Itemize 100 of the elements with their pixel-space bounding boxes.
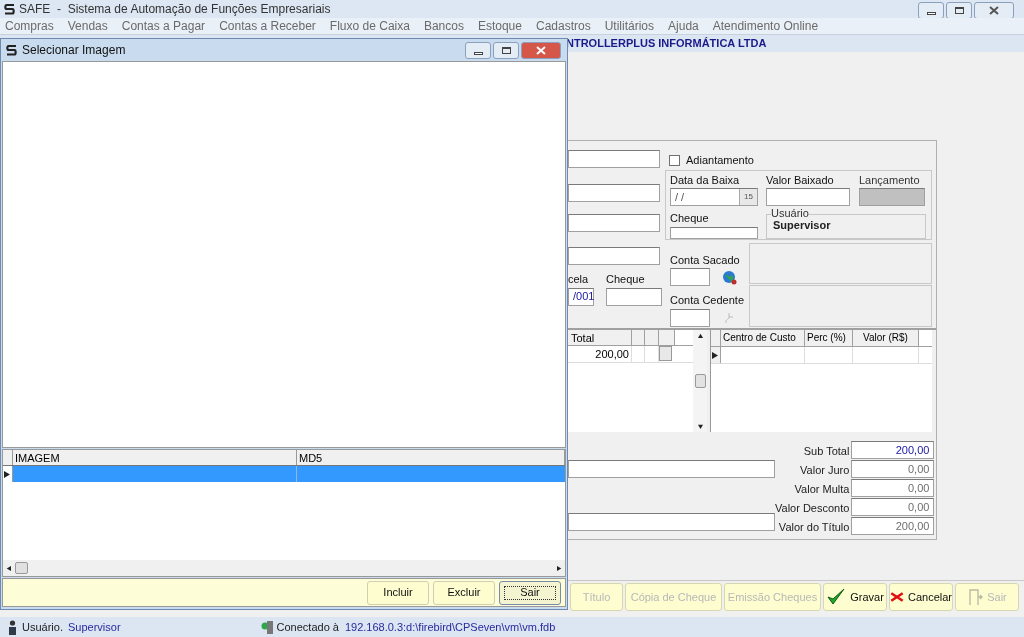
field-label: Valor Multa <box>794 481 850 497</box>
input-field[interactable]: 0,00 <box>851 460 935 478</box>
server-icon <box>260 620 273 634</box>
calendar-button[interactable]: 15 <box>739 189 757 205</box>
field-value: 200,00 <box>895 442 930 458</box>
field-value: 0,00 <box>907 499 930 515</box>
column-header: Perc (%) <box>805 330 853 346</box>
checkmark-icon <box>826 587 847 607</box>
globe-search-icon[interactable] <box>722 269 737 285</box>
date-field[interactable]: / / 15 <box>670 188 758 206</box>
input-field[interactable] <box>766 188 850 206</box>
input-field[interactable] <box>568 184 660 202</box>
row-button[interactable] <box>659 346 672 361</box>
scroll-up-icon <box>697 333 703 338</box>
horizontal-scrollbar[interactable] <box>3 560 565 576</box>
toolbar-button[interactable]: Cancelar <box>889 583 953 611</box>
menu-item[interactable]: Fluxo de Caixa <box>329 17 410 35</box>
input-field[interactable] <box>568 513 775 531</box>
minimize-icon <box>473 51 483 55</box>
field-label: cela <box>568 272 590 287</box>
menu-item[interactable]: Cadastros <box>536 17 591 35</box>
field-value: / / <box>675 189 685 205</box>
dialog-logo-icon <box>5 43 18 57</box>
menu-item[interactable]: Ajuda <box>668 17 699 35</box>
input-field[interactable] <box>670 226 758 239</box>
field-label: Cheque <box>606 272 646 287</box>
scrollbar-thumb[interactable] <box>694 374 706 388</box>
close-icon <box>536 45 546 55</box>
column-header: Centro de Custo <box>721 330 805 346</box>
minimize-icon <box>926 12 936 15</box>
field-value: 200,00 <box>895 518 930 534</box>
input-field[interactable] <box>606 287 662 306</box>
field-label: Data da Baixa <box>670 172 741 188</box>
input-field[interactable]: 0,00 <box>851 479 935 497</box>
input-field[interactable] <box>670 308 710 327</box>
door-icon <box>967 588 984 606</box>
dialog-title: Selecionar Imagem <box>22 42 126 59</box>
field-label: Conta Cedente <box>670 293 745 308</box>
field-label: Sub Total <box>803 443 850 459</box>
input-field[interactable] <box>568 214 660 232</box>
user-icon <box>8 619 17 635</box>
field-label: Valor Juro <box>800 462 850 478</box>
menu-item[interactable]: Compras <box>5 17 54 35</box>
dialog-button[interactable]: Incluir <box>367 580 429 605</box>
toolbar-button[interactable]: Gravar <box>823 583 887 611</box>
menu-item[interactable]: Utilitários <box>604 17 655 35</box>
field-label: Lançamento <box>859 172 921 188</box>
connection-path: 192.168.0.3:d:\firebird\CPSeven\vm\vm.fdb <box>344 619 556 635</box>
close-button[interactable] <box>521 41 561 59</box>
menu-item[interactable]: Vendas <box>67 17 108 35</box>
maximize-icon <box>501 46 511 54</box>
status-label: Conectado à <box>276 619 339 635</box>
field-label: Conta Sacado <box>670 252 741 268</box>
scrollbar-thumb[interactable] <box>15 562 28 574</box>
field-value: 0,00 <box>907 461 930 477</box>
status-label: Usuário. <box>22 619 63 635</box>
menu-item[interactable]: Contas a Receber <box>219 17 316 35</box>
checkbox[interactable] <box>669 154 680 166</box>
close-icon <box>989 6 999 15</box>
menu-item[interactable]: Atendimento Online <box>712 17 819 35</box>
input-field[interactable]: 200,00 <box>851 441 935 459</box>
menu-item[interactable]: Bancos <box>423 17 464 35</box>
group-label: Usuário <box>771 208 809 219</box>
maximize-button[interactable] <box>493 41 519 59</box>
input-field[interactable] <box>568 247 660 265</box>
menu-item[interactable]: Estoque <box>477 17 522 35</box>
field-label: Cheque <box>670 211 710 226</box>
minimize-button[interactable] <box>465 41 491 59</box>
company-name: NTROLLERPLUS INFORMÁTICA LTDA <box>566 36 767 52</box>
input-field[interactable] <box>568 460 775 478</box>
scroll-left-icon <box>6 565 11 571</box>
maximize-icon <box>954 7 964 14</box>
field-label: Valor Baixado <box>766 172 835 188</box>
input-field[interactable]: /001 <box>568 287 594 306</box>
window-title: SAFE - Sistema de Automação de Funções Empresariais <box>19 1 331 18</box>
menu-item[interactable]: Contas a Pagar <box>121 17 206 35</box>
cross-icon <box>890 589 904 605</box>
input-field[interactable] <box>670 268 710 286</box>
user-name: Supervisor <box>773 218 831 233</box>
field-value: 0,00 <box>907 480 930 496</box>
input-field[interactable] <box>568 150 660 168</box>
field-label: Adiantamento <box>686 153 754 168</box>
app-logo-icon <box>3 2 16 16</box>
vertical-scrollbar[interactable] <box>693 330 707 432</box>
field-value: /001 <box>573 289 595 305</box>
row-pointer-icon <box>712 351 719 359</box>
dialog-button[interactable]: Sair <box>499 580 561 605</box>
scroll-right-icon <box>557 565 562 571</box>
column-header: Total <box>568 330 632 345</box>
status-user: Supervisor <box>67 619 121 635</box>
input-field[interactable]: 200,00 <box>851 517 935 535</box>
field-label: Valor do Título <box>778 519 850 535</box>
dialog-button[interactable]: Excluir <box>433 580 495 605</box>
column-header: Valor (R$) <box>853 330 919 346</box>
column-header: IMAGEM <box>13 450 297 465</box>
scroll-down-icon <box>697 424 703 429</box>
input-field[interactable]: 0,00 <box>851 498 935 516</box>
column-header: MD5 <box>297 450 565 465</box>
field-label: Valor Desconto <box>775 500 850 516</box>
row-pointer-icon <box>4 470 11 478</box>
